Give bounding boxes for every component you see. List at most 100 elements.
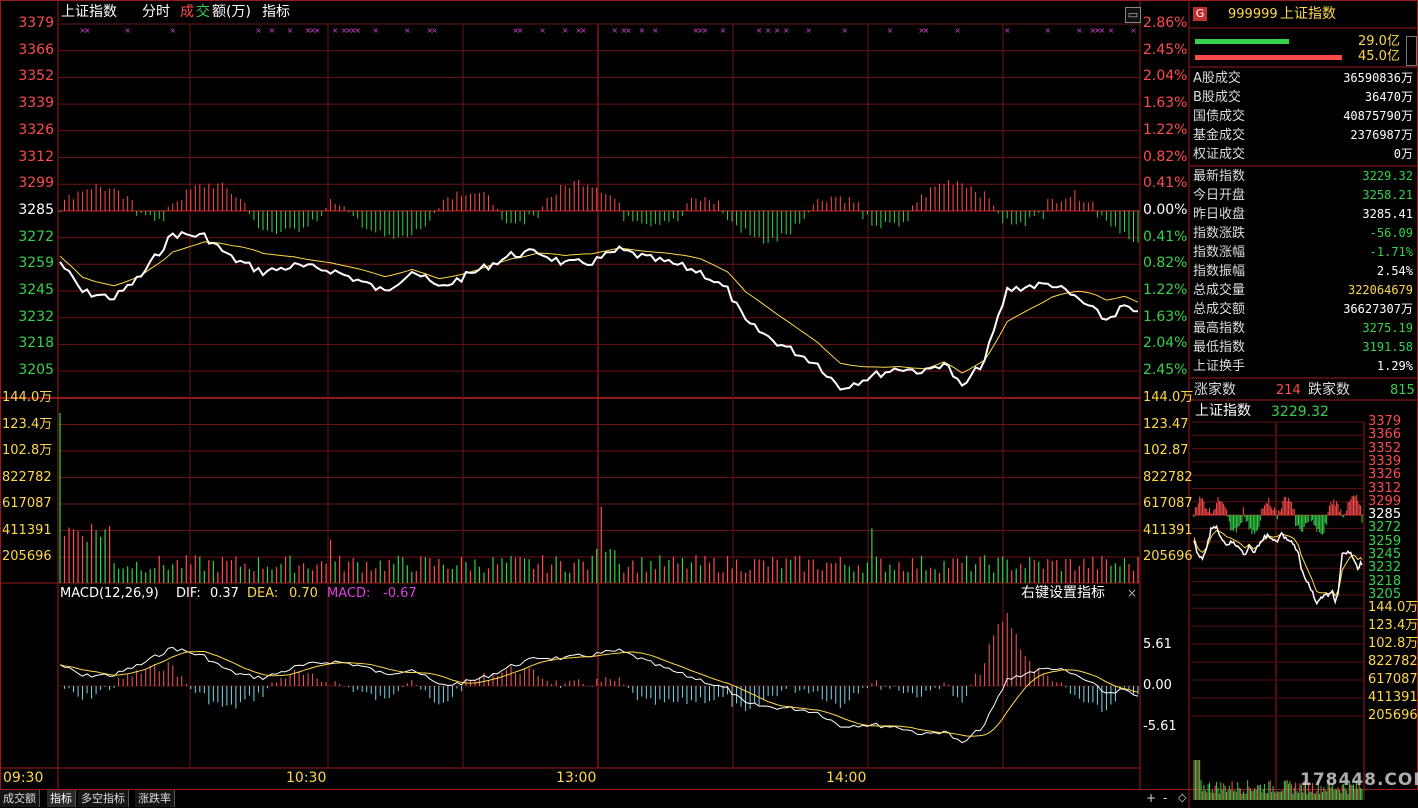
time-tick-2: 13:00 xyxy=(556,770,597,786)
price-tick-10: 3245 xyxy=(18,282,54,298)
diamond-icon[interactable]: ◇ xyxy=(1178,792,1186,803)
signal-marker-102: × xyxy=(517,26,524,35)
signal-marker-143: × xyxy=(702,26,709,35)
volume-tick-6: 205696 xyxy=(2,549,52,564)
quote-label: 今日开盘 xyxy=(1193,188,1246,203)
percent-tick-2: 2.04% xyxy=(1143,68,1188,85)
price-tick-1: 3366 xyxy=(18,41,54,58)
signal-marker-166: × xyxy=(805,26,812,35)
price-tick-13: 3205 xyxy=(18,362,54,379)
signal-marker-112: × xyxy=(562,26,569,35)
signal-marker-174: × xyxy=(841,26,848,35)
price-tick-8: 3272 xyxy=(18,228,54,245)
mini-tick-7: 3285 xyxy=(1368,507,1402,523)
signal-marker-126: × xyxy=(625,26,632,35)
signal-marker-219: × xyxy=(1044,26,1051,35)
close-icon[interactable]: × xyxy=(1127,587,1137,599)
bottom-tab-chengjiaoe[interactable]: 成交额 xyxy=(0,790,40,807)
window-restore-button[interactable]: ▭ xyxy=(1125,3,1141,23)
percent-tick-1: 2.45% xyxy=(1143,41,1188,58)
indicator-settings-link[interactable]: 右键设置指标 xyxy=(1021,586,1105,600)
quote-row: 总成交量 322064679 xyxy=(1193,281,1415,300)
price-tick-12: 3218 xyxy=(18,335,54,352)
quote-row: 最高指数 3275.19 xyxy=(1193,319,1415,338)
mini-tick-4: 3326 xyxy=(1368,467,1402,483)
mini-tick-1: 3366 xyxy=(1368,427,1402,443)
bottom-tab-zhibiao[interactable]: 指标 xyxy=(47,790,76,807)
signal-marker-66: × xyxy=(354,26,361,35)
volume-tick-3: 822782 xyxy=(2,469,52,485)
time-tick-0: 09:30 xyxy=(3,770,44,786)
volume-tick-5: 411391 xyxy=(2,522,52,538)
mini-tick-19: 411391 xyxy=(1368,689,1418,705)
turnover-row: B股成交 36470万 xyxy=(1193,88,1415,107)
mini-tick-11: 3232 xyxy=(1368,560,1402,576)
rise-count-label: 涨家数 xyxy=(1194,382,1236,398)
signal-marker-129: × xyxy=(638,26,645,35)
macd-macd-label: MACD: xyxy=(327,586,371,601)
tab-zhibiao[interactable]: 指标 xyxy=(262,5,290,19)
signal-marker-210: × xyxy=(1004,26,1011,35)
turnover-value: 36470万 xyxy=(1364,90,1413,104)
quote-value: 322064679 xyxy=(1347,283,1413,297)
signal-marker-161: × xyxy=(783,26,790,35)
mini-tick-18: 617087 xyxy=(1368,672,1418,688)
signal-marker-116: × xyxy=(580,26,587,35)
tab-chengjiao-jiao[interactable]: 交 xyxy=(196,5,210,19)
signal-marker-155: × xyxy=(756,26,763,35)
signal-marker-159: × xyxy=(774,26,781,35)
volume-tick-2: 102.8万 xyxy=(2,443,53,458)
rise-count-value: 214 xyxy=(1276,383,1301,398)
macd-dea-value: 0.70 xyxy=(289,586,318,601)
time-tick-1: 10:30 xyxy=(286,770,327,786)
mini-tick-13: 3205 xyxy=(1368,586,1402,602)
quote-row: 指数涨跌 -56.09 xyxy=(1193,224,1415,243)
mini-chart-title: 上证指数 xyxy=(1195,403,1251,419)
mini-price-line xyxy=(1193,524,1363,606)
macd-dif-value: 0.37 xyxy=(210,586,239,601)
signal-marker-199: × xyxy=(954,26,961,35)
restore-icon: ▭ xyxy=(1125,7,1141,23)
percent-tick-7: 0.00% xyxy=(1143,201,1188,218)
turnover-value: 40875790万 xyxy=(1343,109,1413,123)
zoom-out-button[interactable]: - xyxy=(1163,792,1167,804)
turnover-label: B股成交 xyxy=(1193,90,1241,105)
tab-chengjiao-e[interactable]: 额(万) xyxy=(212,5,251,19)
price-tick-2: 3352 xyxy=(18,68,54,85)
tab-fenshi[interactable]: 分时 xyxy=(142,5,170,19)
bottom-tab-duokong[interactable]: 多空指标 xyxy=(78,790,129,807)
mini-tick-3: 3339 xyxy=(1368,453,1402,469)
fall-count-label: 跌家数 xyxy=(1308,382,1350,398)
mini-tick-0: 3379 xyxy=(1368,414,1402,429)
panel-scroll-handle[interactable] xyxy=(1406,36,1417,66)
percent-tick-10: 1.22% xyxy=(1143,282,1188,298)
inflow-bar-red xyxy=(1195,55,1342,60)
price-tick-0: 3379 xyxy=(18,15,54,31)
inflow-green-value: 29.0亿 xyxy=(1358,34,1400,49)
index-code: 999999 xyxy=(1228,7,1278,22)
price-tick-6: 3299 xyxy=(18,175,54,192)
quote-row: 指数振幅 2.54% xyxy=(1193,262,1415,281)
zoom-in-button[interactable]: + xyxy=(1146,792,1156,804)
quote-label: 上证换手 xyxy=(1193,359,1246,374)
signal-marker-132: × xyxy=(652,26,659,35)
signal-marker-231: × xyxy=(1099,26,1106,35)
volume-tick-0: 144.0万 xyxy=(2,390,53,405)
macd-tick-2: -5.61 xyxy=(1143,719,1177,734)
signal-marker-25: × xyxy=(169,26,176,35)
mini-tick-9: 3259 xyxy=(1368,533,1402,549)
volume-tick-4: 617087 xyxy=(2,496,52,511)
mini-tick-8: 3272 xyxy=(1368,520,1402,536)
signal-marker-15: × xyxy=(124,26,131,35)
percent-tick-6: 0.41% xyxy=(1143,175,1188,192)
bottom-tab-zhangdielv[interactable]: 涨跌率 xyxy=(135,790,175,807)
percent-tick-3: 1.63% xyxy=(1143,95,1188,112)
price-tick-11: 3232 xyxy=(18,308,54,325)
volume-tick-1: 123.4万 xyxy=(2,416,53,432)
mini-tick-2: 3352 xyxy=(1368,440,1402,456)
volume-tick-right-0: 144.0万 xyxy=(1143,390,1194,405)
quote-row: 昨日收盘 3285.41 xyxy=(1193,205,1415,224)
percent-tick-12: 2.04% xyxy=(1143,335,1188,352)
tab-chengjiao-cheng[interactable]: 成 xyxy=(180,5,194,19)
index-name: 上证指数 xyxy=(1280,6,1336,22)
